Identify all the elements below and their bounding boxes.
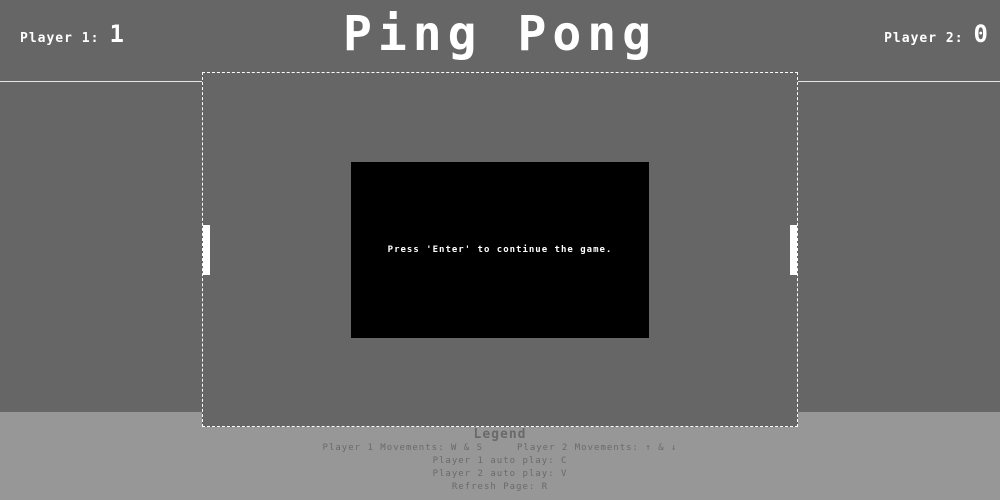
player2-score-value: 0 (973, 20, 988, 48)
legend-p1-auto: Player 1 auto play: C (432, 456, 568, 466)
player2-score: Player 2: 0 (884, 22, 988, 46)
header-bar: Player 1: 1 Ping Pong Player 2: 0 (0, 0, 1000, 82)
pause-message: Press 'Enter' to continue the game. (387, 245, 613, 255)
legend-p1-movement: Player 1 Movements: W & S (322, 443, 483, 453)
game-title: Ping Pong (342, 6, 658, 62)
player1-paddle (203, 225, 210, 275)
legend-p2-auto: Player 2 auto play: V (432, 469, 568, 479)
legend-movements-row: Player 1 Movements: W & S Player 2 Moveme… (0, 442, 1000, 455)
legend-title: Legend (473, 427, 527, 442)
legend-p2-movement: Player 2 Movements: ↑ & ↓ (517, 443, 678, 453)
player2-score-label: Player 2: (884, 31, 964, 46)
game-court[interactable]: Press 'Enter' to continue the game. (202, 72, 798, 427)
legend-refresh: Refresh Page: R (451, 482, 549, 492)
player2-paddle (790, 225, 797, 275)
pause-dialog: Press 'Enter' to continue the game. (351, 162, 649, 338)
